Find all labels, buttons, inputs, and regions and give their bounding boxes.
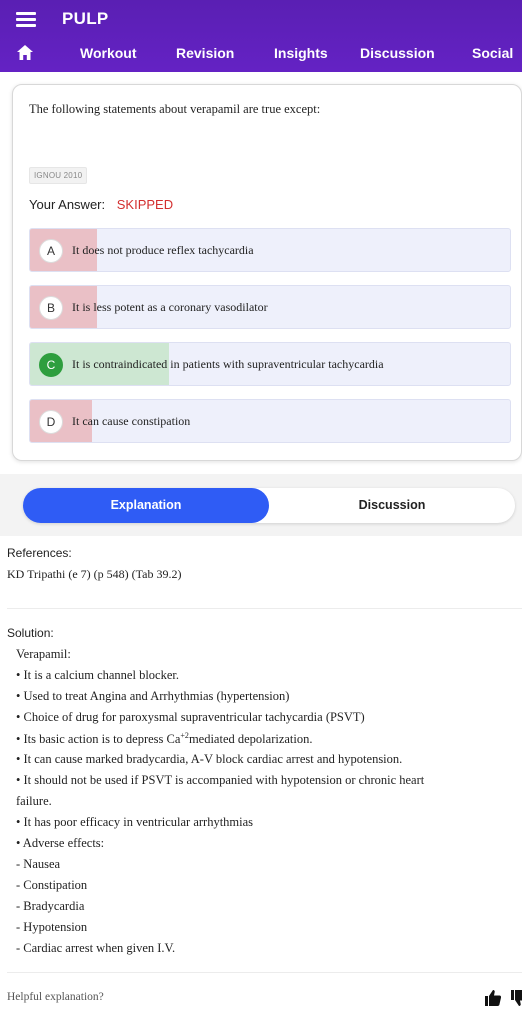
references-text: KD Tripathi (e 7) (p 548) (Tab 39.2) (7, 567, 182, 581)
option-c-text: It is contraindicated in patients with s… (72, 357, 384, 371)
solution-line: • It should not be used if PSVT is accom… (16, 773, 425, 787)
solution-line: Verapamil: (16, 647, 71, 661)
references-heading: References: (7, 546, 72, 560)
option-b-text: It is less potent as a coronary vasodila… (72, 300, 268, 314)
solution-line: - Nausea (16, 857, 61, 871)
option-c[interactable]: C It is contraindicated in patients with… (29, 342, 511, 386)
divider (7, 608, 522, 609)
question-text: The following statements about verapamil… (29, 102, 321, 116)
nav-revision[interactable]: Revision (176, 45, 234, 61)
source-tag: IGNOU 2010 (29, 167, 88, 184)
top-nav: Workout Revision Insights Discussion Soc… (0, 38, 522, 68)
thumbs-up-icon[interactable] (484, 989, 502, 1007)
solution-line: • Adverse effects: (16, 836, 105, 850)
nav-social[interactable]: Social (472, 45, 513, 61)
solution-line: • It is a calcium channel blocker. (16, 668, 179, 682)
option-d-letter: D (39, 410, 63, 434)
solution-line: • Choice of drug for paroxysmal supraven… (16, 710, 365, 724)
option-d-text: It can cause constipation (72, 414, 191, 428)
option-a[interactable]: A It does not produce reflex tachycardia (29, 228, 511, 272)
app-bar-top-row: PULP (0, 0, 522, 38)
tab-discussion[interactable]: Discussion (269, 488, 515, 523)
app-title: PULP (62, 9, 109, 28)
solution-line: - Constipation (16, 878, 88, 892)
solution-line: - Hypotension (16, 920, 88, 934)
solution-line: • It can cause marked bradycardia, A-V b… (16, 752, 403, 766)
solution-superscript: +2 (180, 731, 189, 740)
solution-line: • It has poor efficacy in ventricular ar… (16, 815, 254, 829)
menu-icon[interactable] (16, 11, 36, 27)
nav-discussion[interactable]: Discussion (360, 45, 435, 61)
option-b-letter: B (39, 296, 63, 320)
nav-workout[interactable]: Workout (80, 45, 137, 61)
solution-line: • Used to treat Angina and Arrhythmias (… (16, 689, 290, 703)
option-a-letter: A (39, 239, 63, 263)
divider (7, 972, 522, 973)
thumbs-down-icon[interactable] (510, 989, 522, 1007)
solution-line: - Cardiac arrest when given I.V. (16, 941, 176, 955)
tabs-bar: Explanation Discussion (0, 474, 522, 536)
helpful-prompt: Helpful explanation? (7, 991, 104, 1003)
app-bar: PULP Workout Revision Insights Discussio… (0, 0, 522, 72)
option-a-text: It does not produce reflex tachycardia (72, 243, 254, 257)
solution-heading: Solution: (7, 626, 54, 640)
option-d[interactable]: D It can cause constipation (29, 399, 511, 443)
solution-line-text: • Its basic action is to depress Ca (16, 732, 181, 747)
option-c-letter: C (39, 353, 63, 377)
your-answer: Your Answer: SKIPPED (29, 197, 173, 212)
solution-line: - Bradycardia (16, 899, 85, 913)
option-b[interactable]: B It is less potent as a coronary vasodi… (29, 285, 511, 329)
tab-group: Explanation Discussion (23, 488, 515, 523)
solution-line: failure. (16, 794, 52, 808)
question-card: The following statements about verapamil… (12, 84, 522, 461)
tab-explanation[interactable]: Explanation (23, 488, 269, 523)
solution-line-text: mediated depolarization. (188, 732, 313, 747)
home-icon[interactable] (17, 45, 33, 60)
your-answer-label: Your Answer: (29, 197, 106, 212)
nav-insights[interactable]: Insights (274, 45, 328, 61)
your-answer-value: SKIPPED (116, 197, 174, 212)
solution-line: • Its basic action is to depress Ca+2med… (16, 731, 313, 747)
